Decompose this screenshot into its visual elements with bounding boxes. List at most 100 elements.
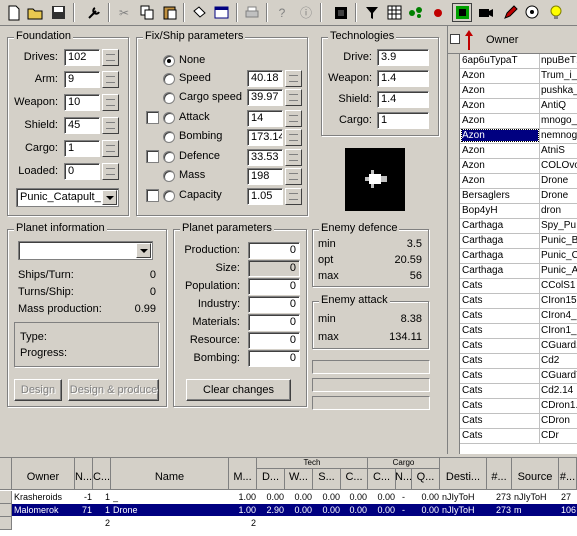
owner-grid-row[interactable]: Azon COLOvo xyxy=(460,159,577,174)
production-input[interactable]: 0 xyxy=(248,242,300,259)
green-cell-icon[interactable] xyxy=(452,3,472,22)
design-produce-button[interactable]: Design & produce xyxy=(68,379,159,401)
tech-shield-input[interactable]: 1.4 xyxy=(377,91,429,108)
help-icon[interactable]: ? xyxy=(272,3,292,22)
drives-input[interactable]: 102 xyxy=(64,49,100,66)
new-file-icon[interactable] xyxy=(4,3,24,22)
shield-stepper[interactable] xyxy=(102,117,119,134)
black-square-icon[interactable] xyxy=(331,3,351,22)
pencil-icon[interactable] xyxy=(500,3,520,22)
none-radio[interactable] xyxy=(163,55,175,67)
lightbulb-icon[interactable] xyxy=(546,3,566,22)
loaded-stepper[interactable] xyxy=(102,163,119,180)
bombing-input[interactable]: 173.14 xyxy=(247,129,283,146)
owner-grid-row[interactable]: Azon Drone xyxy=(460,174,577,189)
cargo-input[interactable]: 1 xyxy=(64,140,100,157)
attack-input[interactable]: 14 xyxy=(247,110,283,127)
owner-grid-row[interactable]: Azon Trum_i_ xyxy=(460,69,577,84)
row-header[interactable] xyxy=(0,504,12,517)
owner-grid-row[interactable]: Cats CDr xyxy=(460,429,577,444)
attack-stepper[interactable] xyxy=(285,110,302,127)
defence-radio[interactable] xyxy=(163,151,175,163)
window-icon[interactable] xyxy=(211,3,231,22)
owner-grid-row[interactable]: Azon AntiQ xyxy=(460,99,577,114)
col-destination[interactable]: Desti... xyxy=(440,458,487,490)
print-icon[interactable] xyxy=(242,3,262,22)
defence-checkbox[interactable] xyxy=(146,150,159,163)
design-select[interactable]: Punic_Catapult_ xyxy=(16,188,119,207)
cargo-stepper[interactable] xyxy=(102,140,119,157)
mass-radio[interactable] xyxy=(163,170,175,182)
save-icon[interactable] xyxy=(48,3,68,22)
molecule-icon[interactable] xyxy=(406,3,426,22)
col-c2[interactable]: C... xyxy=(341,469,368,490)
mass-input[interactable]: 198 xyxy=(247,168,283,185)
col-q[interactable]: Q... xyxy=(412,469,440,490)
film-icon[interactable] xyxy=(476,3,496,22)
cargo-speed-input[interactable]: 39.97 xyxy=(247,89,283,106)
owner-grid-row[interactable]: Cats CDron xyxy=(460,414,577,429)
owner-grid-row[interactable]: Carthaga Punic_Ca xyxy=(460,249,577,264)
attack-radio[interactable] xyxy=(163,112,175,124)
speed-radio[interactable] xyxy=(163,73,175,85)
weapon-input[interactable]: 10 xyxy=(64,94,100,111)
drives-stepper[interactable] xyxy=(102,49,119,66)
red-dot-icon[interactable] xyxy=(428,3,448,22)
mass-stepper[interactable] xyxy=(285,168,302,185)
info-icon[interactable]: ⓘ xyxy=(296,3,316,22)
grid-corner-icon[interactable] xyxy=(450,34,460,44)
capacity-radio[interactable] xyxy=(163,190,175,202)
chevron-down-icon[interactable] xyxy=(102,190,117,205)
col-n2[interactable]: N... xyxy=(396,469,412,490)
col-source[interactable]: Source xyxy=(512,458,559,490)
owner-column-header[interactable]: Owner xyxy=(486,34,518,46)
row-header[interactable] xyxy=(0,517,12,530)
defence-input[interactable]: 33.53 xyxy=(247,149,283,166)
owner-grid-row[interactable]: Cats CColS1 xyxy=(460,279,577,294)
design-button[interactable]: Design xyxy=(14,379,62,401)
population-input[interactable]: 0 xyxy=(248,278,300,295)
owner-grid-row[interactable]: Carthaga Punic_Ar xyxy=(460,264,577,279)
owner-grid-row[interactable]: Cats CGuard7 xyxy=(460,369,577,384)
owner-grid-row[interactable]: Cats CIron4_ xyxy=(460,309,577,324)
materials-input[interactable]: 0 xyxy=(248,314,300,331)
bombing-planet-input[interactable]: 0 xyxy=(248,350,300,367)
copy-icon[interactable] xyxy=(137,3,157,22)
chevron-down-icon[interactable] xyxy=(136,243,151,258)
tech-cargo-input[interactable]: 1 xyxy=(377,112,429,129)
attack-checkbox[interactable] xyxy=(146,111,159,124)
bullseye-icon[interactable] xyxy=(522,3,542,22)
arm-input[interactable]: 9 xyxy=(64,71,100,88)
cut-icon[interactable]: ✂ xyxy=(114,3,134,22)
col-m[interactable]: M... xyxy=(229,458,257,490)
filter-icon[interactable] xyxy=(189,3,209,22)
shield-input[interactable]: 45 xyxy=(64,117,100,134)
col-n[interactable]: N... xyxy=(75,458,93,490)
clear-changes-button[interactable]: Clear changes xyxy=(186,379,291,401)
funnel-icon[interactable] xyxy=(362,3,382,22)
owner-grid-row[interactable]: 6ap6uTypaT npuBeT! xyxy=(460,54,577,69)
owner-grid-row[interactable]: Bersaglers Drone xyxy=(460,189,577,204)
owner-grid-row[interactable]: Azon pushka_ xyxy=(460,84,577,99)
grid-icon[interactable] xyxy=(384,3,404,22)
owner-grid-row[interactable]: Azon mnogo_ xyxy=(460,114,577,129)
open-folder-icon[interactable] xyxy=(26,3,46,22)
owner-grid-row[interactable]: Azonnemnogo xyxy=(460,129,577,144)
capacity-checkbox[interactable] xyxy=(146,189,159,202)
paste-icon[interactable] xyxy=(160,3,180,22)
owner-grid-row[interactable]: Carthaga Spy_Pu xyxy=(460,219,577,234)
owner-grid-row[interactable]: Bop4yH dron xyxy=(460,204,577,219)
loaded-input[interactable]: 0 xyxy=(64,163,100,180)
capacity-stepper[interactable] xyxy=(285,188,302,205)
owner-grid-row[interactable]: Cats Cd2.14 xyxy=(460,384,577,399)
tech-drive-input[interactable]: 3.9 xyxy=(377,49,429,66)
industry-input[interactable]: 0 xyxy=(248,296,300,313)
planet-select[interactable] xyxy=(18,241,153,260)
owner-grid-row[interactable]: Cats CDron1. xyxy=(460,399,577,414)
resource-input[interactable]: 0 xyxy=(248,332,300,349)
cargo-speed-radio[interactable] xyxy=(163,92,175,104)
col-name[interactable]: Name xyxy=(111,458,229,490)
owner-grid-row[interactable]: Cats Cd2 xyxy=(460,354,577,369)
row-header[interactable] xyxy=(0,491,12,504)
sort-arrow-up-icon[interactable] xyxy=(462,26,476,54)
